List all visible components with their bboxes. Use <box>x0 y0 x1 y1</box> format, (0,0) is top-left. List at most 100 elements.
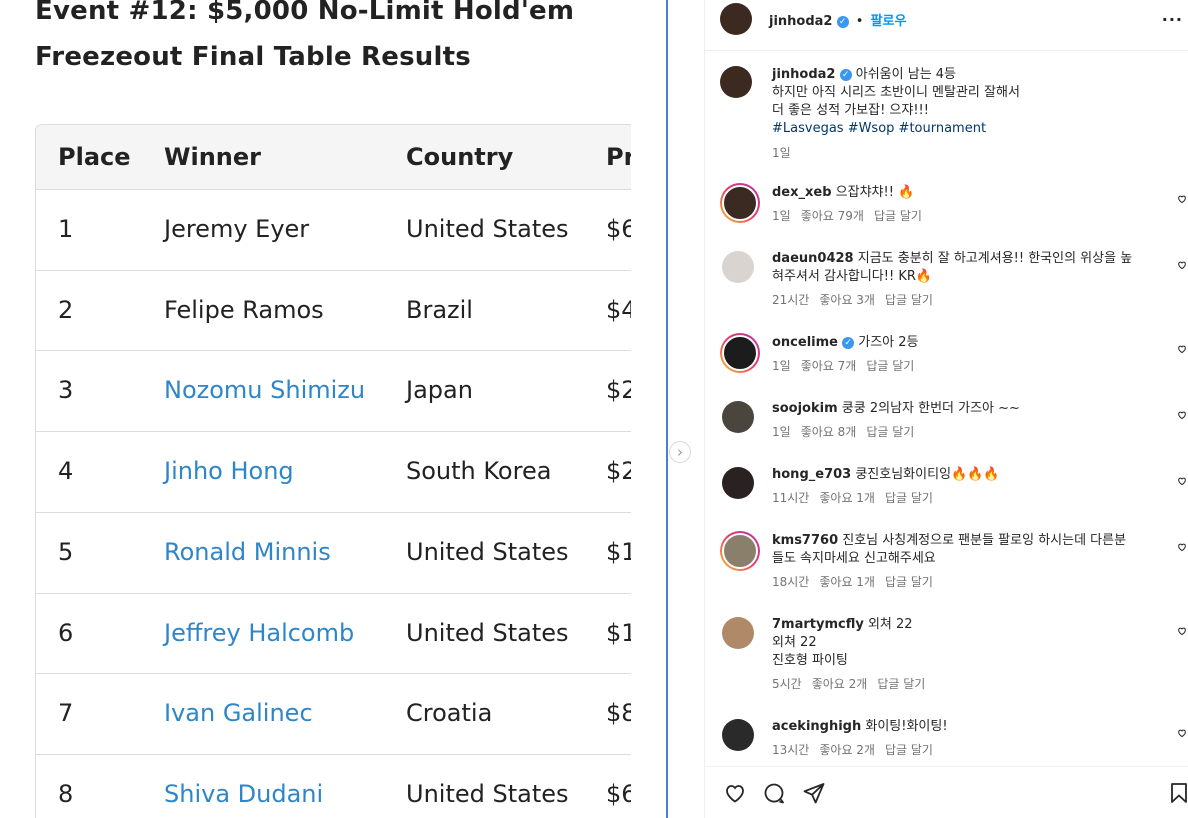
avatar[interactable] <box>722 719 754 751</box>
comment-meta: 18시간 좋아요 1개 답글 달기 <box>772 573 1164 591</box>
verified-badge-icon: ✓ <box>839 68 852 81</box>
comment-line: 7martymcfly 외쳐 22 <box>772 616 1164 634</box>
avatar[interactable] <box>720 3 752 35</box>
avatar-image <box>722 533 758 569</box>
comment-time: 1일 <box>772 209 791 223</box>
comment-likes[interactable]: 좋아요 1개 <box>819 491 875 505</box>
comment-likes[interactable]: 좋아요 3개 <box>819 293 875 307</box>
comment-time: 21시간 <box>772 293 810 307</box>
comment-username[interactable]: dex_xeb <box>772 185 832 200</box>
comment-username[interactable]: kms7760 <box>772 533 838 548</box>
comment-line: 외쳐 22 <box>772 634 1164 652</box>
comment-heart-icon[interactable] <box>1177 476 1187 486</box>
comment-line: acekinghigh 화이팅!화이팅! <box>772 718 1164 736</box>
avatar[interactable] <box>720 66 752 98</box>
avatar[interactable] <box>722 251 754 283</box>
dot-separator: • <box>855 14 864 29</box>
bookmark-icon[interactable] <box>1167 781 1188 805</box>
table-row: 6 Jeffrey Halcomb United States $1 <box>36 592 631 674</box>
reply-button[interactable]: 답글 달기 <box>885 491 933 505</box>
reply-button[interactable]: 답글 달기 <box>885 743 933 757</box>
chevron-right-icon[interactable]: › <box>669 441 691 463</box>
comment-likes[interactable]: 좋아요 7개 <box>801 359 857 373</box>
caption-time: 1일 <box>772 146 791 160</box>
reply-button[interactable]: 답글 달기 <box>866 425 914 439</box>
comment-line: 혀주셔서 감사합니다!! KR🔥 <box>772 268 1164 286</box>
comment-item: dex_xeb 으잡챠챠!! 🔥 1일 좋아요 79개 답글 달기 <box>772 184 1164 225</box>
comment-username[interactable]: daeun0428 <box>772 251 854 266</box>
comment-likes[interactable]: 좋아요 79개 <box>801 209 864 223</box>
comment-meta: 1일 좋아요 7개 답글 달기 <box>772 357 1164 375</box>
country-cell: Croatia <box>406 699 493 728</box>
comment-line: hong_e703 쿵진호님화이티잉🔥🔥🔥 <box>772 466 1164 484</box>
more-options-icon[interactable]: ... <box>1162 6 1183 25</box>
comment-meta: 21시간 좋아요 3개 답글 달기 <box>772 291 1164 309</box>
prize-cell: $6 <box>606 215 631 243</box>
comment-likes[interactable]: 좋아요 2개 <box>819 743 875 757</box>
comment-icon[interactable] <box>762 781 786 805</box>
comment-text: 외쳐 22 <box>772 635 817 650</box>
avatar[interactable] <box>720 531 760 571</box>
comment-likes[interactable]: 좋아요 2개 <box>812 677 868 691</box>
comment-heart-icon[interactable] <box>1177 542 1187 552</box>
avatar[interactable] <box>720 333 760 373</box>
comment-item: daeun0428 지금도 충분히 잘 하고계셔용!! 한국인의 위상을 높 혀주… <box>772 250 1164 309</box>
comment-text: 외쳐 22 <box>867 617 913 632</box>
page-title: Event #12: $5,000 No-Limit Hold'em Freez… <box>35 0 575 72</box>
comment-time: 1일 <box>772 359 791 373</box>
hashtags[interactable]: #Lasvegas #Wsop #tournament <box>772 120 1172 138</box>
comment-username[interactable]: 7martymcfly <box>772 617 864 632</box>
reply-button[interactable]: 답글 달기 <box>885 293 933 307</box>
winner-link[interactable]: Nozomu Shimizu <box>164 376 365 404</box>
gutter <box>668 0 704 818</box>
reply-button[interactable]: 답글 달기 <box>866 359 914 373</box>
caption-username[interactable]: jinhoda2 <box>772 67 835 82</box>
post-caption: jinhoda2 ✓ 아쉬움이 남는 4등 하지만 아직 시리즈 초반이니 멘탈… <box>772 66 1172 162</box>
prize-cell: $2 <box>606 376 631 405</box>
comment-meta: 13시간 좋아요 2개 답글 달기 <box>772 741 1164 759</box>
comment-time: 11시간 <box>772 491 810 505</box>
comment-username[interactable]: acekinghigh <box>772 719 861 734</box>
winner-link[interactable]: Ivan Galinec <box>164 699 313 727</box>
comment-heart-icon[interactable] <box>1177 260 1187 270</box>
table-row: 2 Felipe Ramos Brazil $4 <box>36 269 631 351</box>
winner-link[interactable]: Ronald Minnis <box>164 538 331 566</box>
comment-line: 진호형 파이팅 <box>772 652 1164 670</box>
comment-text: 쿵진호님화이티잉🔥🔥🔥 <box>855 467 1000 482</box>
avatar[interactable] <box>722 467 754 499</box>
comment-username[interactable]: oncelime <box>772 335 838 350</box>
winner-link[interactable]: Shiva Dudani <box>164 780 323 808</box>
reply-button[interactable]: 답글 달기 <box>874 209 922 223</box>
comment-likes[interactable]: 좋아요 8개 <box>801 425 857 439</box>
avatar[interactable] <box>722 401 754 433</box>
caption-line: 아쉬움이 남는 4등 <box>855 67 957 82</box>
author-username[interactable]: jinhoda2 <box>769 14 832 29</box>
comment-likes[interactable]: 좋아요 1개 <box>819 575 875 589</box>
comment-heart-icon[interactable] <box>1177 344 1187 354</box>
header-country: Country <box>406 143 514 171</box>
comment-username[interactable]: hong_e703 <box>772 467 851 482</box>
avatar[interactable] <box>722 617 754 649</box>
comment-line: kms7760 진호님 사칭계정으로 팬분들 팔로잉 하시는데 다른분 <box>772 532 1164 550</box>
reply-button[interactable]: 답글 달기 <box>885 575 933 589</box>
comment-username[interactable]: soojokim <box>772 401 838 416</box>
prize-cell: $1 <box>606 537 631 566</box>
comment-text: 들도 속지마세요 신고해주세요 <box>772 551 936 566</box>
comment-heart-icon[interactable] <box>1177 194 1187 204</box>
winner-cell: Felipe Ramos <box>164 295 324 324</box>
heart-icon[interactable] <box>723 781 747 805</box>
comment-heart-icon[interactable] <box>1177 410 1187 420</box>
comment-meta: 5시간 좋아요 2개 답글 달기 <box>772 675 1164 693</box>
country-cell: United States <box>406 537 569 566</box>
reply-button[interactable]: 답글 달기 <box>877 677 925 691</box>
comment-heart-icon[interactable] <box>1177 626 1187 636</box>
prize-cell: $8 <box>606 699 631 728</box>
place-cell: 3 <box>58 376 74 405</box>
follow-button[interactable]: 팔로우 <box>871 14 907 29</box>
send-icon[interactable] <box>802 781 826 805</box>
avatar[interactable] <box>720 183 760 223</box>
winner-link[interactable]: Jinho Hong <box>164 457 294 485</box>
comment-heart-icon[interactable] <box>1177 728 1187 738</box>
winner-link[interactable]: Jeffrey Halcomb <box>164 619 354 647</box>
place-cell: 2 <box>58 295 74 324</box>
